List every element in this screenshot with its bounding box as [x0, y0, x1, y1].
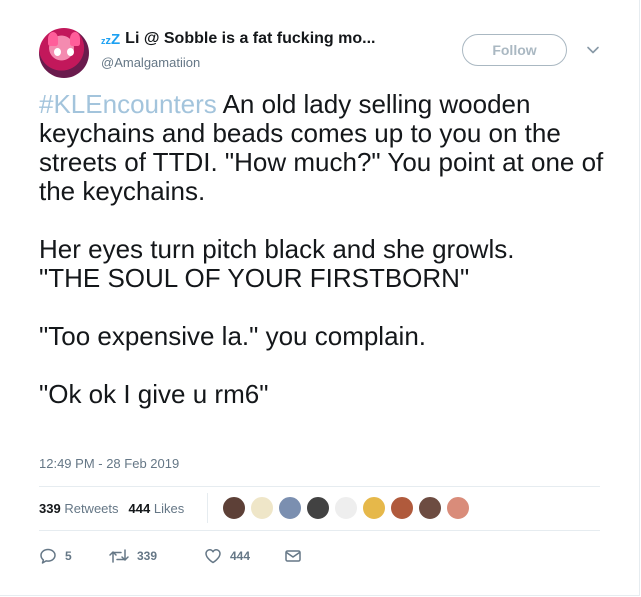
zzz-sleep-icon: zzZ [101, 31, 121, 48]
like-action[interactable]: 444 [204, 547, 284, 565]
tweet-stats: 339 Retweets 444 Likes [39, 501, 184, 516]
liker-avatar[interactable] [418, 496, 442, 520]
liker-avatar[interactable] [278, 496, 302, 520]
follow-button[interactable]: Follow [462, 34, 567, 66]
liker-avatar[interactable] [334, 496, 358, 520]
tweet-line: "THE SOUL OF YOUR FIRSTBORN" [39, 263, 470, 293]
dm-action[interactable] [284, 548, 302, 564]
liker-avatar[interactable] [390, 496, 414, 520]
retweet-action[interactable]: 339 [109, 547, 204, 565]
hashtag-link[interactable]: #KLEncounters [39, 89, 217, 119]
retweet-count: 339 [137, 549, 158, 563]
divider [39, 530, 600, 531]
liker-avatar[interactable] [306, 496, 330, 520]
tweet-paragraph: Her eyes turn pitch black and she growls… [39, 235, 609, 293]
liker-avatar[interactable] [362, 496, 386, 520]
tweet-actions: 5 339 444 [39, 547, 302, 565]
like-count: 444 [230, 549, 251, 563]
tweet-text: #KLEncounters An old lady selling wooden… [39, 90, 609, 409]
envelope-icon [285, 550, 301, 562]
divider [207, 493, 208, 523]
tweet-line: Her eyes turn pitch black and she growls… [39, 234, 515, 264]
divider [39, 486, 600, 487]
retweets-label: Retweets [64, 501, 119, 516]
reply-count: 5 [65, 549, 72, 563]
liker-avatar[interactable] [446, 496, 470, 520]
reply-action[interactable]: 5 [39, 547, 109, 565]
likers-avatars [222, 496, 474, 520]
user-handle[interactable]: @Amalgamatiion [101, 55, 200, 70]
likes-stat[interactable]: 444 Likes [129, 501, 185, 516]
liker-avatar[interactable] [222, 496, 246, 520]
retweet-icon [109, 549, 129, 563]
user-name-row[interactable]: zzZ Li @ Sobble is a fat fucking mo... [101, 30, 375, 48]
chevron-down-icon[interactable] [586, 43, 600, 57]
likes-label: Likes [153, 501, 185, 516]
user-avatar[interactable] [39, 28, 89, 78]
display-name[interactable]: Li @ Sobble is a fat fucking mo... [125, 30, 375, 48]
retweets-stat[interactable]: 339 Retweets [39, 501, 119, 516]
liker-avatar[interactable] [250, 496, 274, 520]
reply-icon [40, 548, 56, 564]
tweet-paragraph: #KLEncounters An old lady selling wooden… [39, 90, 609, 206]
tweet-timestamp[interactable]: 12:49 PM - 28 Feb 2019 [39, 456, 179, 471]
heart-icon [205, 549, 221, 564]
tweet-paragraph: "Too expensive la." you complain. [39, 321, 427, 351]
tweet-paragraph: "Ok ok I give u rm6" [39, 379, 269, 409]
retweets-count: 339 [39, 501, 61, 516]
tweet-card: zzZ Li @ Sobble is a fat fucking mo... @… [0, 0, 640, 596]
likes-count: 444 [128, 501, 151, 516]
